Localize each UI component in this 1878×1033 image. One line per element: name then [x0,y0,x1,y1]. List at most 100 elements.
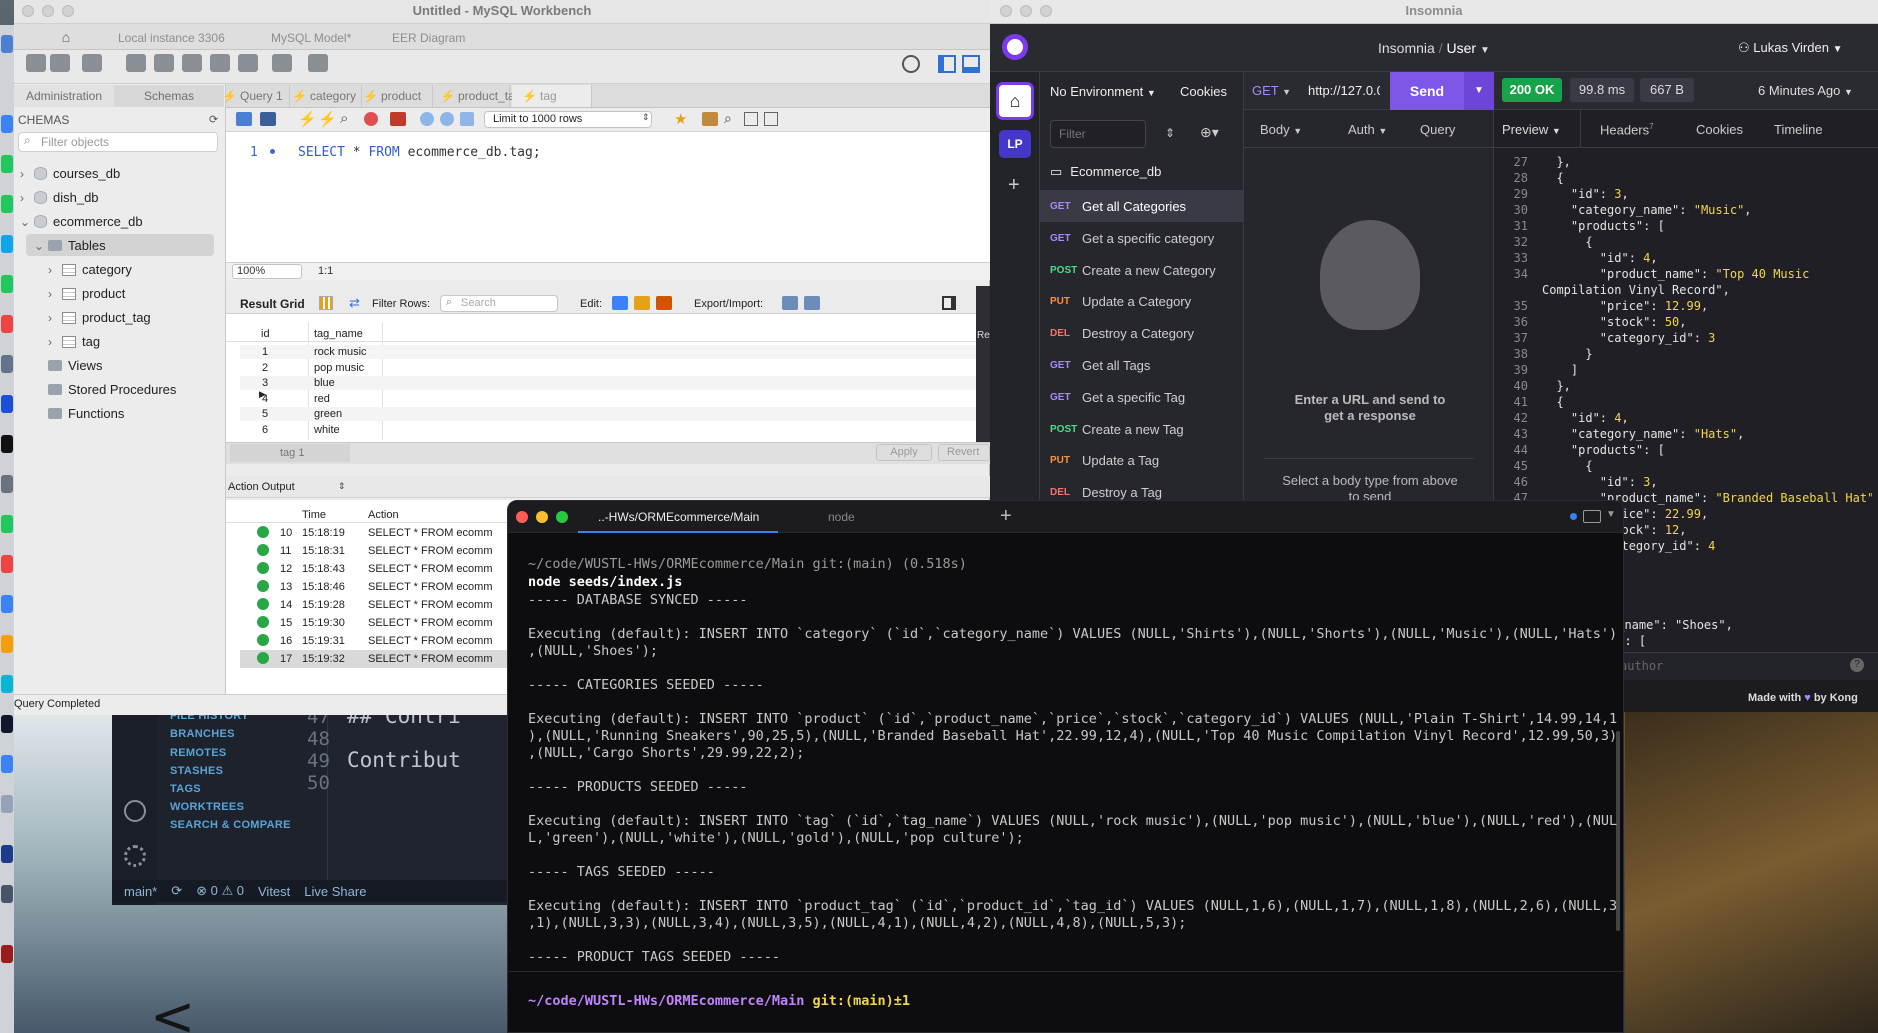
open-sql-icon[interactable] [50,54,70,72]
gitlens-section-7[interactable]: SEARCH & COMPARE [170,819,291,831]
request-item-3[interactable]: PUT Update a Category [1050,294,1191,309]
tab-timeline[interactable]: Timeline [1774,122,1823,137]
commit-icon[interactable] [420,112,434,126]
chevron-icon[interactable]: › [48,287,56,301]
chevron-icon[interactable]: › [48,335,56,349]
create-function-icon[interactable] [238,54,258,72]
add-project-icon[interactable]: + [1008,174,1020,197]
tree-item-schema-courses_db[interactable]: › courses_db [20,166,120,181]
output-col-time[interactable]: Time [302,509,326,521]
chevron-icon[interactable]: › [48,311,56,325]
tab-auth[interactable]: Auth ▼ [1348,122,1387,137]
breadcrumb-app[interactable]: Insomnia [1378,40,1435,56]
breadcrumb-user[interactable]: User [1446,40,1476,56]
open-file-icon[interactable] [236,112,252,126]
tree-item-tables-folder[interactable]: ⌄ Tables [34,238,106,253]
inspector-icon[interactable] [82,54,102,72]
table-row[interactable]: 4 red [240,391,976,406]
tab-schemas[interactable]: Schemas [114,85,224,107]
git-branch-status[interactable]: main* [124,884,157,899]
column-header-tag-name[interactable]: tag_name [314,328,363,340]
explain-icon[interactable]: ⌕ [340,110,348,127]
tab-administration[interactable]: Administration [14,85,114,107]
toggle-error-icon[interactable] [390,112,406,126]
history-select[interactable]: 6 Minutes Ago ▼ [1758,83,1853,98]
chevron-icon[interactable]: ⌄ [20,215,30,229]
app-icon[interactable] [1,675,13,693]
send-options-chevron-icon[interactable]: ▼ [1464,72,1494,110]
column-header-id[interactable]: id [261,328,270,340]
autocommit-icon[interactable] [460,112,474,126]
action-output-label[interactable]: Action Output [228,481,295,493]
result-side-panel[interactable] [976,286,990,442]
result-tab[interactable]: tag 1 [230,444,350,462]
sql-statement[interactable]: SELECT * FROM ecommerce_db.tag; [298,145,541,160]
collection-folder[interactable]: ▭ Ecommerce_db [1050,164,1161,180]
stop-icon[interactable] [364,112,378,126]
chevron-down-icon[interactable]: ▼ [1480,45,1490,56]
import-icon[interactable] [804,296,820,310]
beautify-icon[interactable] [702,112,718,126]
request-item-9[interactable]: DEL Destroy a Tag [1050,485,1162,500]
close-button[interactable] [516,511,528,523]
tab-cookies[interactable]: Cookies [1696,122,1743,137]
chevron-icon[interactable]: › [20,167,28,181]
create-procedure-icon[interactable] [210,54,230,72]
app-icon[interactable] [1,715,13,733]
create-schema-icon[interactable] [126,54,146,72]
account-menu[interactable]: ⚇ Lukas Virden ▼ [1738,40,1842,56]
new-tab-icon[interactable]: + [1000,505,1012,528]
tree-item-table-category[interactable]: › category [48,262,132,277]
zoom-button[interactable] [556,511,568,523]
tab-mysql-model[interactable]: MySQL Model* [257,28,365,48]
home-icon[interactable]: ⌂ [36,29,96,47]
toggle-sidebar-icon[interactable] [938,55,956,73]
apply-button[interactable]: Apply [876,444,932,461]
sync-icon[interactable]: ⟳ [171,883,182,899]
settings-gear-icon[interactable] [902,55,920,73]
app-icon[interactable] [1,35,13,53]
execute-current-icon[interactable]: ⚡ [318,110,337,128]
bookmark-star-icon[interactable]: ★ [674,110,687,128]
toggle-output-icon[interactable] [962,55,980,73]
request-item-6[interactable]: GET Get a specific Tag [1050,390,1185,405]
find-icon[interactable]: ⌕ [724,110,732,127]
gitlens-section-5[interactable]: TAGS [170,783,201,795]
table-row[interactable]: 1 rock music [240,344,976,359]
app-icon[interactable] [1,195,13,213]
terminal-tab-active[interactable]: ..-HWs/ORMEcommerce/Main [578,501,778,533]
app-icon[interactable] [1,945,13,963]
tree-item-table-product[interactable]: › product [48,286,125,301]
liveshare-status[interactable]: Live Share [304,884,366,899]
app-icon[interactable] [1,845,13,863]
app-icon[interactable] [1,355,13,373]
chevron-icon[interactable]: › [20,191,28,205]
rollback-icon[interactable] [440,112,454,126]
terminal-tab-node[interactable]: node [808,501,938,533]
add-request-icon[interactable]: ⊕▾ [1200,124,1219,141]
reconnect-icon[interactable] [308,54,328,72]
request-item-7[interactable]: POST Create a new Tag [1050,422,1184,437]
chevron-down-icon[interactable]: ▼ [1606,509,1616,520]
table-row[interactable]: 2 pop music [240,360,976,375]
export-icon[interactable] [782,296,798,310]
search-table-icon[interactable] [272,54,292,72]
chevron-icon[interactable]: › [48,263,56,277]
app-icon[interactable] [1,315,13,333]
toggle-panel-icon[interactable] [942,296,956,310]
method-select[interactable]: GET ▼ [1252,83,1291,98]
execute-icon[interactable]: ⚡ [298,110,317,128]
save-icon[interactable] [260,112,276,126]
table-row[interactable]: 5 green [240,406,976,421]
invisible-chars-icon[interactable] [744,112,758,126]
zoom-button[interactable] [1040,5,1052,17]
gitlens-section-4[interactable]: STASHES [170,765,223,777]
tree-item-table-tag[interactable]: › tag [48,334,100,349]
revert-button[interactable]: Revert [938,444,990,461]
app-icon[interactable] [1,475,13,493]
tab-preview[interactable]: Preview ▼ [1502,122,1561,137]
limit-rows-select[interactable]: Limit to 1000 rows [484,111,652,128]
tab-query[interactable]: Query [1420,122,1455,137]
gitlens-section-6[interactable]: WORKTREES [170,801,244,813]
settings-gear-icon[interactable] [124,845,146,867]
